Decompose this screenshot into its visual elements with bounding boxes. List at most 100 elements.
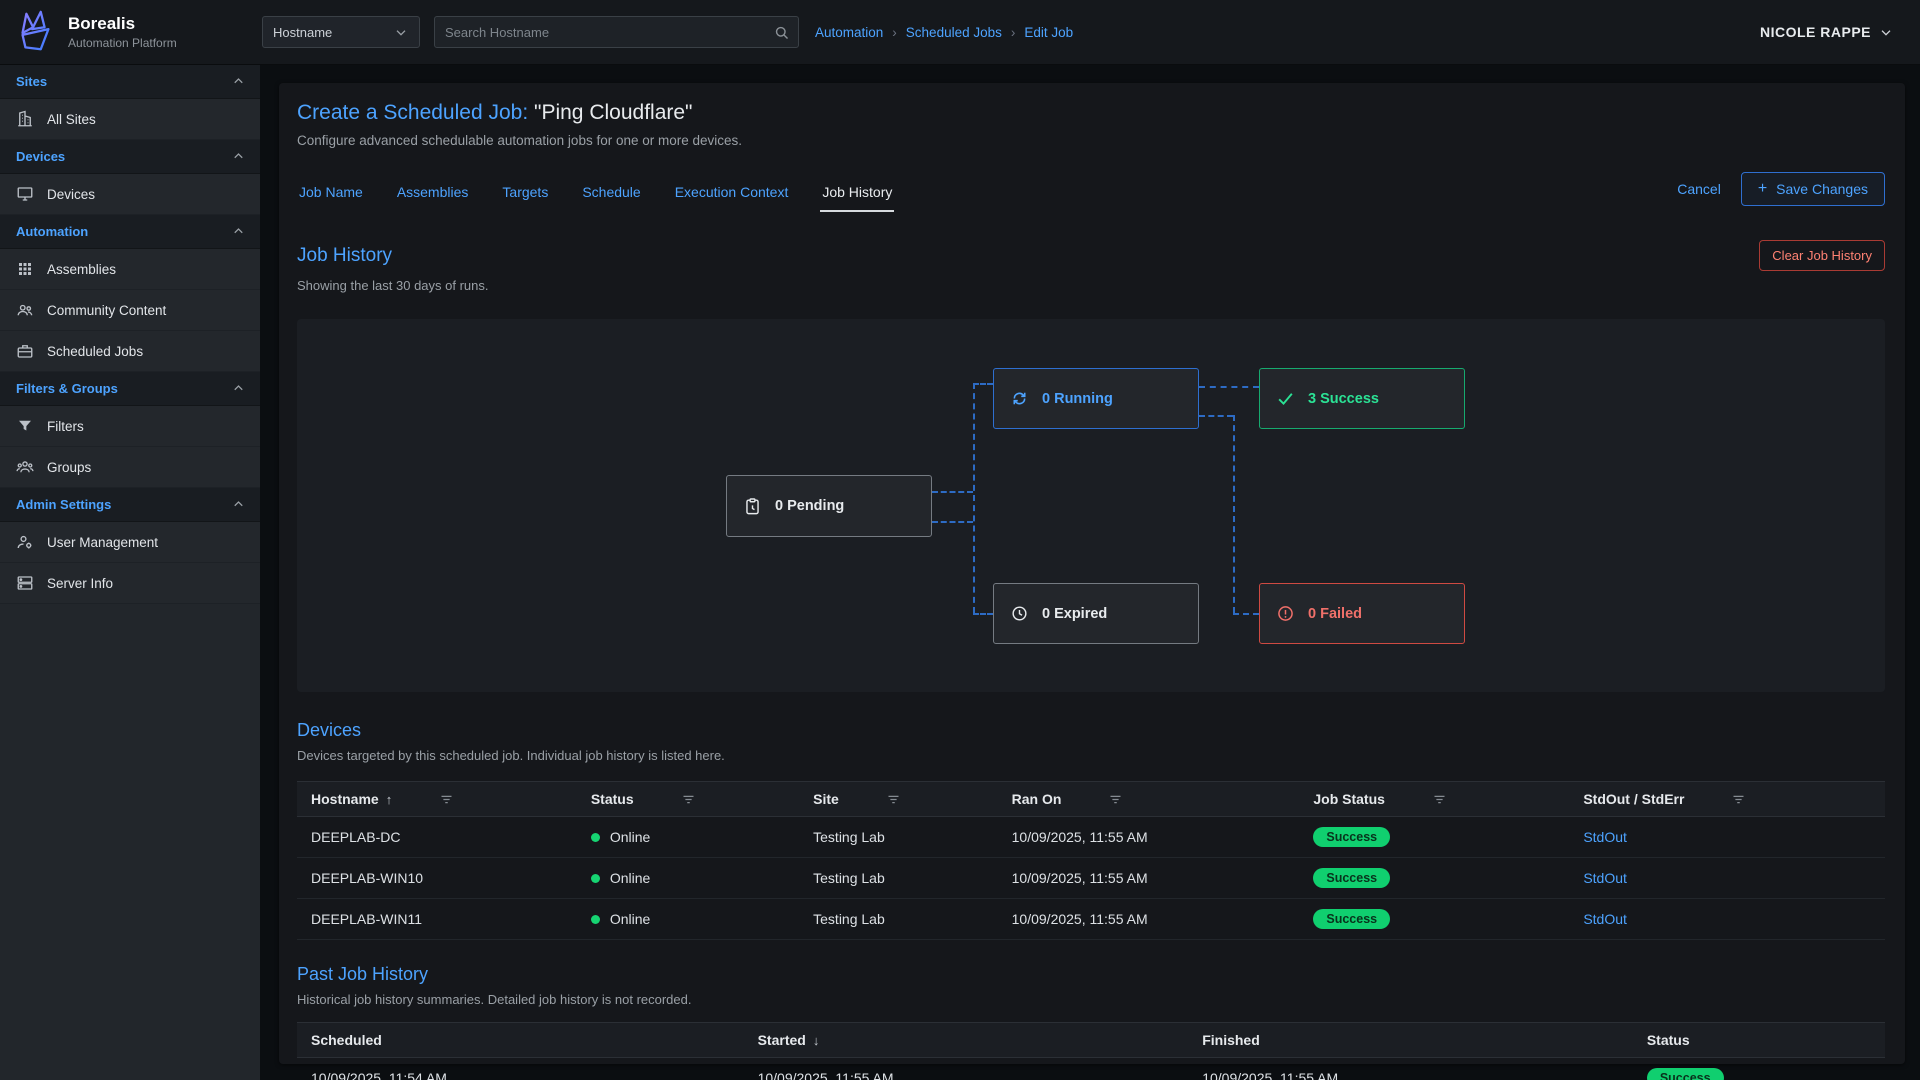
breadcrumb-link-edit-job[interactable]: Edit Job (1024, 25, 1073, 40)
stdout-cell: StdOut (1575, 817, 1885, 858)
tab-actions: Cancel + Save Changes (1677, 172, 1885, 212)
sidebar-item-all-sites[interactable]: All Sites (0, 99, 260, 140)
brand-subtitle: Automation Platform (68, 36, 177, 50)
sidebar-item-scheduled-jobs[interactable]: Scheduled Jobs (0, 331, 260, 372)
main-panel: Create a Scheduled Job: "Ping Cloudflare… (279, 83, 1905, 1064)
filter-icon[interactable] (1432, 792, 1447, 807)
column-label: Finished (1202, 1032, 1260, 1048)
tab-execution-context[interactable]: Execution Context (673, 178, 791, 212)
sidebar-item-user-management[interactable]: User Management (0, 522, 260, 563)
check-icon (1276, 389, 1295, 408)
column-header-stdout-stderr[interactable]: StdOut / StdErr (1575, 782, 1885, 817)
tab-job-history[interactable]: Job History (820, 178, 894, 212)
devices-table: Hostname ↑ Status Site Ran On Job (297, 781, 1885, 940)
site-cell: Testing Lab (805, 899, 1004, 940)
sidebar-section-automation[interactable]: Automation (0, 215, 260, 249)
tab-job-name[interactable]: Job Name (297, 178, 365, 212)
filter-icon[interactable] (439, 792, 454, 807)
column-header-hostname[interactable]: Hostname ↑ (297, 782, 583, 817)
breadcrumb-link-scheduled-jobs[interactable]: Scheduled Jobs (906, 25, 1002, 40)
stdout-link[interactable]: StdOut (1583, 829, 1627, 845)
flow-node-label: 0 Running (1042, 391, 1113, 407)
job-flow-diagram: 0 Pending 0 Running 3 Success 0 Expired (297, 319, 1885, 692)
search-icon[interactable] (773, 24, 790, 41)
sidebar-section-label: Filters & Groups (16, 381, 118, 396)
chevron-up-icon (231, 224, 246, 239)
user-name: NICOLE RAPPE (1760, 24, 1871, 40)
flow-connector (973, 613, 993, 615)
ran-on-cell: 10/09/2025, 11:55 AM (1004, 817, 1306, 858)
sidebar-item-server-info[interactable]: Server Info (0, 563, 260, 604)
ran-on-cell: 10/09/2025, 11:55 AM (1004, 858, 1306, 899)
sidebar-section-sites[interactable]: Sites (0, 65, 260, 99)
sidebar-item-label: Filters (47, 419, 84, 434)
page-title-job-name: "Ping Cloudflare" (534, 101, 693, 124)
sidebar-item-filters[interactable]: Filters (0, 406, 260, 447)
site-cell: Testing Lab (805, 858, 1004, 899)
sidebar-item-label: All Sites (47, 112, 96, 127)
column-label: Started (758, 1032, 806, 1048)
tab-targets[interactable]: Targets (500, 178, 550, 212)
filter-icon[interactable] (1731, 792, 1746, 807)
job-status-cell: Success (1305, 817, 1575, 858)
clipboard-icon (743, 497, 762, 516)
save-changes-label: Save Changes (1776, 181, 1868, 197)
search-box (434, 16, 799, 48)
sidebar-item-groups[interactable]: Groups (0, 447, 260, 488)
column-header-finished[interactable]: Finished (1194, 1023, 1639, 1058)
flow-connector (1233, 415, 1235, 613)
column-header-job-status[interactable]: Job Status (1305, 782, 1575, 817)
sidebar-section-admin-settings[interactable]: Admin Settings (0, 488, 260, 522)
sidebar-section-devices[interactable]: Devices (0, 140, 260, 174)
stdout-link[interactable]: StdOut (1583, 911, 1627, 927)
building-icon (16, 110, 34, 128)
stdout-cell: StdOut (1575, 858, 1885, 899)
filter-icon[interactable] (1108, 792, 1123, 807)
flow-node-success[interactable]: 3 Success (1259, 368, 1465, 429)
flow-connector (1199, 415, 1233, 417)
sort-desc-icon: ↓ (813, 1033, 820, 1048)
cancel-button[interactable]: Cancel (1677, 181, 1721, 197)
sidebar-item-community-content[interactable]: Community Content (0, 290, 260, 331)
sidebar-section-filters-groups[interactable]: Filters & Groups (0, 372, 260, 406)
breadcrumb-link-automation[interactable]: Automation (815, 25, 883, 40)
tab-assemblies[interactable]: Assemblies (395, 178, 471, 212)
flow-node-expired[interactable]: 0 Expired (993, 583, 1199, 644)
save-changes-button[interactable]: + Save Changes (1741, 172, 1885, 206)
column-header-ran-on[interactable]: Ran On (1004, 782, 1306, 817)
job-status-cell: Success (1305, 899, 1575, 940)
flow-connector (932, 521, 973, 523)
hostname-select[interactable]: Hostname (262, 16, 420, 48)
flow-connector (1199, 386, 1259, 388)
status-cell: Online (583, 817, 805, 858)
user-menu[interactable]: NICOLE RAPPE (1760, 24, 1894, 40)
tabs-row: Job Name Assemblies Targets Schedule Exe… (297, 172, 1885, 212)
search-input[interactable] (445, 25, 773, 40)
sidebar-item-assemblies[interactable]: Assemblies (0, 249, 260, 290)
clear-job-history-button[interactable]: Clear Job History (1759, 240, 1885, 271)
column-label: StdOut / StdErr (1583, 791, 1684, 807)
status-badge: Success (1313, 909, 1390, 929)
column-header-started[interactable]: Started ↓ (750, 1023, 1195, 1058)
page-title: Create a Scheduled Job: "Ping Cloudflare… (297, 101, 1885, 125)
flow-node-running[interactable]: 0 Running (993, 368, 1199, 429)
flow-node-pending[interactable]: 0 Pending (726, 475, 932, 537)
stdout-link[interactable]: StdOut (1583, 870, 1627, 886)
filter-icon[interactable] (886, 792, 901, 807)
sync-icon (1010, 389, 1029, 408)
tab-bar: Job Name Assemblies Targets Schedule Exe… (297, 178, 894, 212)
filter-funnel-icon (16, 417, 34, 435)
filter-icon[interactable] (681, 792, 696, 807)
past-table-header-row: Scheduled Started ↓ Finished Status (297, 1023, 1885, 1058)
column-header-site[interactable]: Site (805, 782, 1004, 817)
sidebar-item-label: Devices (47, 187, 95, 202)
column-header-status[interactable]: Status (583, 782, 805, 817)
flow-node-failed[interactable]: 0 Failed (1259, 583, 1465, 644)
column-header-scheduled[interactable]: Scheduled (297, 1023, 750, 1058)
sidebar-item-devices[interactable]: Devices (0, 174, 260, 215)
hostname-cell: DEEPLAB-WIN10 (297, 858, 583, 899)
stdout-cell: StdOut (1575, 899, 1885, 940)
tab-schedule[interactable]: Schedule (580, 178, 642, 212)
column-header-status[interactable]: Status (1639, 1023, 1885, 1058)
sidebar: Sites All Sites Devices Devices Automati… (0, 65, 260, 1080)
